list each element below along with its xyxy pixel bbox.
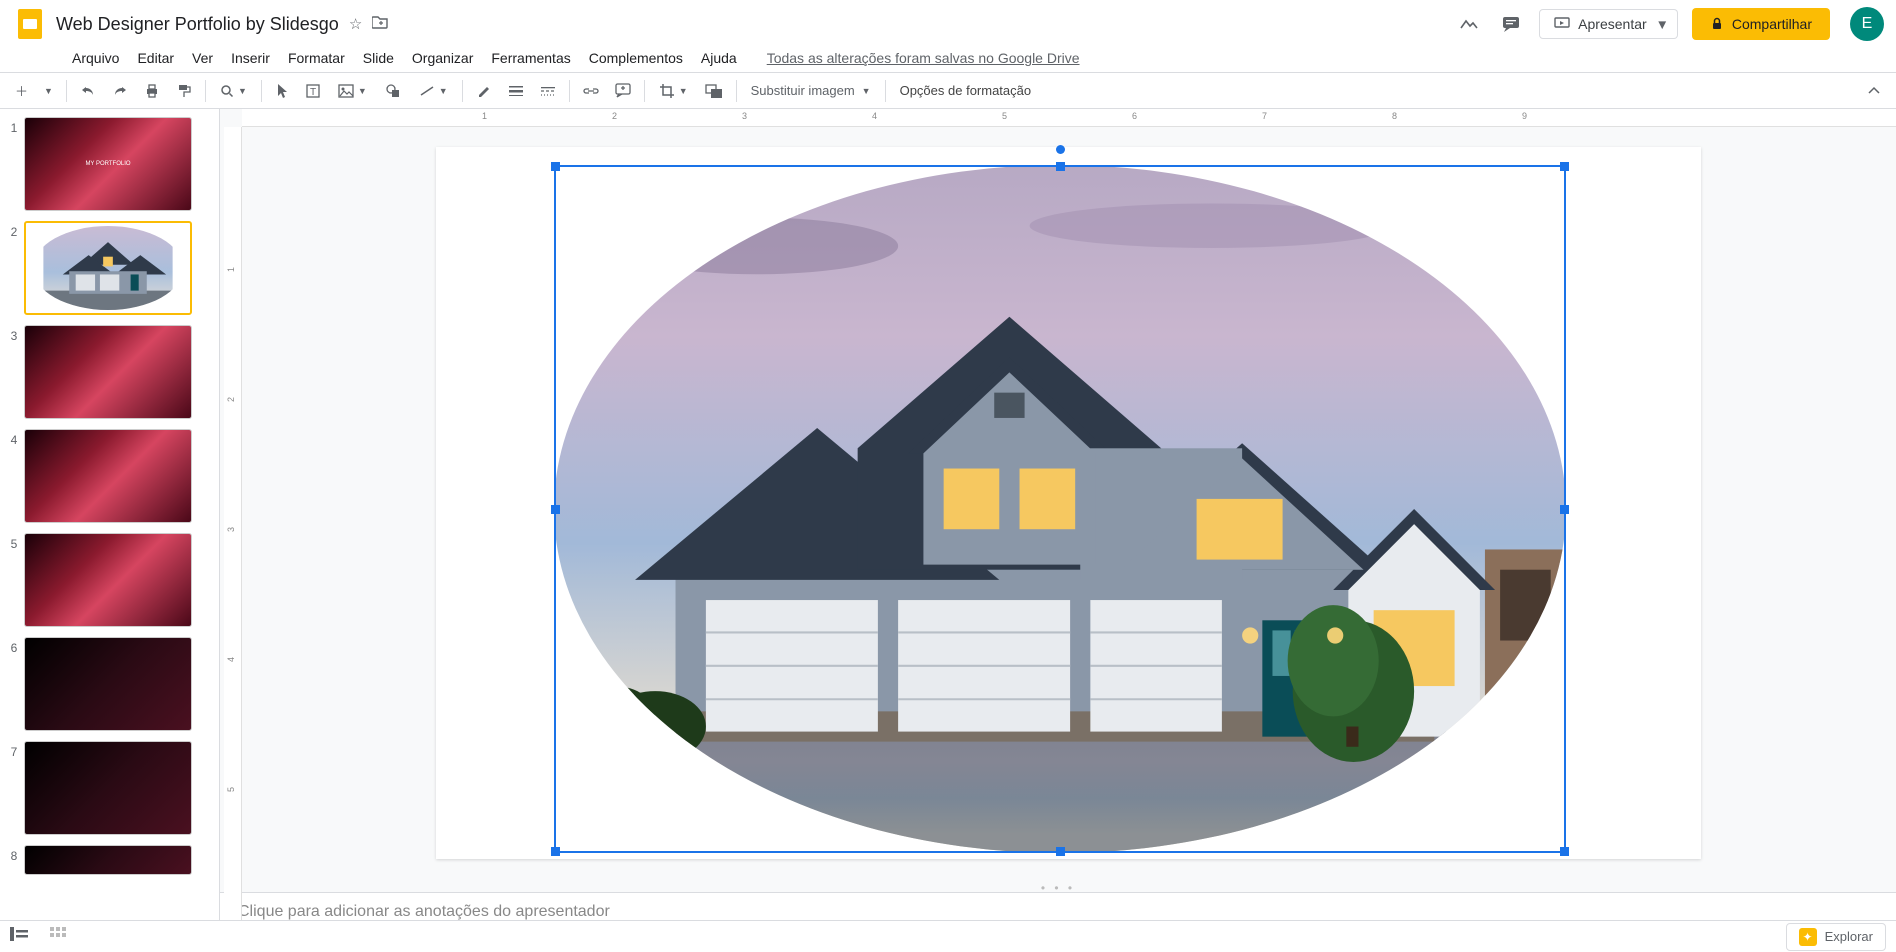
replace-image-label: Substituir imagem <box>751 83 855 98</box>
menu-formatar[interactable]: Formatar <box>288 50 345 66</box>
border-weight-button[interactable] <box>501 80 531 102</box>
rotate-handle[interactable] <box>1056 145 1065 154</box>
format-options-button[interactable]: Opções de formatação <box>892 79 1040 102</box>
lock-icon <box>1710 17 1724 31</box>
thumb-4[interactable]: 4 <box>4 429 215 523</box>
thumb-1-title: MY PORTFOLIO <box>85 161 130 167</box>
shape-tool[interactable] <box>377 78 409 104</box>
resize-handle-tr[interactable] <box>1560 162 1569 171</box>
explore-icon: ✦ <box>1799 928 1817 946</box>
explore-label: Explorar <box>1825 929 1873 944</box>
undo-button[interactable] <box>73 79 103 103</box>
thumb-5[interactable]: 5 <box>4 533 215 627</box>
line-tool[interactable]: ▼ <box>411 80 456 102</box>
slides-logo-icon[interactable] <box>12 6 48 42</box>
menu-complementos[interactable]: Complementos <box>589 50 683 66</box>
thumb-3[interactable]: 3 <box>4 325 215 419</box>
ruler-horizontal[interactable]: 1 2 3 4 5 6 7 8 9 <box>242 109 1896 127</box>
collapse-toolbar-button[interactable] <box>1860 81 1888 101</box>
menu-slide[interactable]: Slide <box>363 50 394 66</box>
share-label: Compartilhar <box>1732 16 1812 32</box>
menu-inserir[interactable]: Inserir <box>231 50 270 66</box>
activity-icon[interactable] <box>1455 10 1483 38</box>
slide-canvas[interactable] <box>436 147 1701 859</box>
resize-handle-tl[interactable] <box>551 162 560 171</box>
grid-view-icon[interactable] <box>50 927 66 946</box>
present-dropdown-button[interactable]: ▼ <box>1648 9 1678 39</box>
thumb-2[interactable]: 2 <box>4 221 215 315</box>
notes-resize-handle[interactable]: • • • <box>220 884 1896 892</box>
select-tool[interactable] <box>268 78 296 104</box>
thumb-1[interactable]: 1 MY PORTFOLIO <box>4 117 215 211</box>
textbox-tool[interactable]: T <box>298 78 328 104</box>
menu-ver[interactable]: Ver <box>192 50 213 66</box>
title-bar: Web Designer Portfolio by Slidesgo ☆ Apr… <box>0 0 1896 48</box>
link-button[interactable] <box>576 81 606 101</box>
resize-handle-bl[interactable] <box>551 847 560 856</box>
new-slide-button[interactable]: ＋ <box>8 76 35 105</box>
comments-icon[interactable] <box>1497 10 1525 38</box>
explore-button[interactable]: ✦ Explorar <box>1786 923 1886 951</box>
svg-text:T: T <box>310 87 316 98</box>
toolbar: ＋ ▼ ▼ T ▼ ▼ ▼ Substituir imagem▼ Opções … <box>0 72 1896 109</box>
resize-handle-r[interactable] <box>1560 505 1569 514</box>
resize-handle-b[interactable] <box>1056 847 1065 856</box>
present-button[interactable]: Apresentar <box>1539 9 1661 39</box>
present-icon <box>1554 17 1570 31</box>
comment-button[interactable] <box>608 78 638 103</box>
border-dash-button[interactable] <box>533 80 563 102</box>
menu-organizar[interactable]: Organizar <box>412 50 473 66</box>
ruler-vertical[interactable]: 1 2 3 4 5 <box>224 127 242 931</box>
menu-ajuda[interactable]: Ajuda <box>701 50 737 66</box>
star-icon[interactable]: ☆ <box>349 15 362 33</box>
resize-handle-br[interactable] <box>1560 847 1569 856</box>
menu-editar[interactable]: Editar <box>137 50 174 66</box>
zoom-button[interactable]: ▼ <box>212 79 255 103</box>
menu-ferramentas[interactable]: Ferramentas <box>491 50 570 66</box>
new-slide-dropdown[interactable]: ▼ <box>37 81 60 101</box>
menu-bar: Arquivo Editar Ver Inserir Formatar Slid… <box>0 48 1896 72</box>
resize-handle-l[interactable] <box>551 505 560 514</box>
resize-handle-t[interactable] <box>1056 162 1065 171</box>
bottom-bar: ✦ Explorar <box>0 920 1896 952</box>
present-label: Apresentar <box>1578 16 1646 32</box>
crop-button[interactable]: ▼ <box>651 78 696 104</box>
account-avatar[interactable]: E <box>1850 7 1884 41</box>
share-button[interactable]: Compartilhar <box>1692 8 1830 40</box>
slide-thumbnails-panel[interactable]: 1 MY PORTFOLIO 2 3 4 5 6 7 8 <box>0 109 220 931</box>
thumb-7[interactable]: 7 <box>4 741 215 835</box>
menu-arquivo[interactable]: Arquivo <box>72 50 119 66</box>
selection-box[interactable] <box>554 165 1566 853</box>
main-area: 1 MY PORTFOLIO 2 3 4 5 6 7 8 1 2 3 4 5 6… <box>0 109 1896 931</box>
replace-image-button[interactable]: Substituir imagem▼ <box>743 79 879 102</box>
print-button[interactable] <box>137 78 167 104</box>
redo-button[interactable] <box>105 79 135 103</box>
image-tool[interactable]: ▼ <box>330 79 375 103</box>
canvas-area: 1 2 3 4 5 6 7 8 9 1 2 3 4 5 <box>220 109 1896 931</box>
thumb-8[interactable]: 8 <box>4 845 215 875</box>
move-folder-icon[interactable] <box>372 15 388 33</box>
thumb-6[interactable]: 6 <box>4 637 215 731</box>
save-status[interactable]: Todas as alterações foram salvas no Goog… <box>767 50 1080 66</box>
mask-button[interactable] <box>698 78 730 104</box>
border-color-button[interactable] <box>469 78 499 104</box>
filmstrip-view-icon[interactable] <box>10 927 28 946</box>
paint-format-button[interactable] <box>169 78 199 104</box>
document-title[interactable]: Web Designer Portfolio by Slidesgo <box>56 14 339 35</box>
